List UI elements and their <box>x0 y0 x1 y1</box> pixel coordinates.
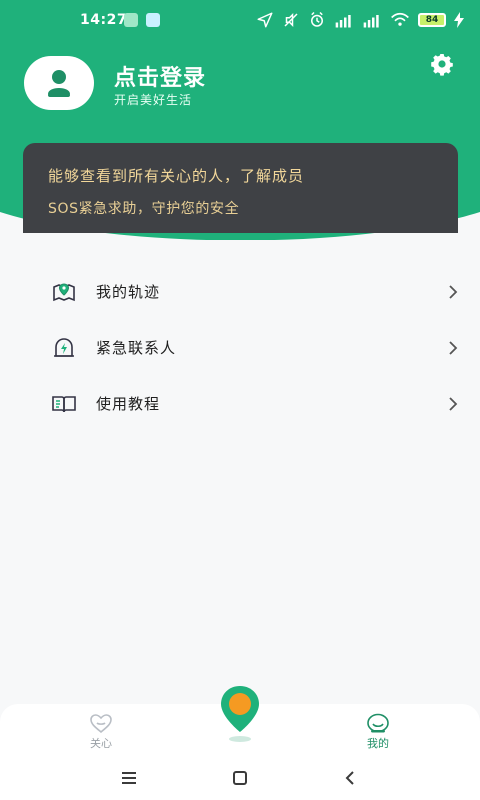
user-avatar-icon <box>48 70 70 97</box>
emergency-bolt-icon <box>54 338 74 357</box>
status-notification-icon <box>124 13 138 27</box>
status-time: 14:27 <box>80 12 128 28</box>
status-bar: 14:27 84 <box>0 0 480 40</box>
promo-banner[interactable] <box>23 143 458 233</box>
banner-title: 能够查看到所有关心的人，了解成员 <box>48 167 305 185</box>
menu-item-emergency-contacts[interactable]: 紧急联系人 <box>0 320 480 376</box>
gear-icon <box>431 54 453 76</box>
tab-care-label: 关心 <box>90 737 112 750</box>
tab-mine-label: 我的 <box>367 737 389 750</box>
book-icon <box>52 396 76 413</box>
settings-button[interactable] <box>430 52 454 76</box>
menu-item-label: 紧急联系人 <box>96 339 177 357</box>
signal-icon <box>335 15 351 28</box>
charging-bolt-icon <box>454 12 464 28</box>
login-title[interactable]: 点击登录 <box>114 60 206 92</box>
wifi-icon <box>391 12 409 26</box>
tab-care[interactable]: 关心 <box>41 704 161 756</box>
tab-mine[interactable]: 我的 <box>318 704 438 756</box>
menu-item-tutorial[interactable]: 使用教程 <box>0 376 480 432</box>
home-icon[interactable] <box>225 766 255 790</box>
battery-indicator: 84 <box>418 13 446 27</box>
location-pin-icon[interactable] <box>217 684 263 744</box>
system-nav-bar <box>0 756 480 800</box>
status-icons: 84 <box>256 10 464 30</box>
battery-level: 84 <box>425 15 439 25</box>
map-pin-icon <box>53 283 75 302</box>
back-icon[interactable] <box>336 766 366 790</box>
menu-icon[interactable] <box>114 766 144 790</box>
location-arrow-icon <box>257 12 273 28</box>
menu-item-label: 我的轨迹 <box>96 283 161 301</box>
user-avatar-button[interactable] <box>24 56 94 110</box>
signal-icon <box>363 15 379 28</box>
menu-item-label: 使用教程 <box>96 395 161 413</box>
alarm-icon <box>311 11 323 27</box>
chevron-right-icon <box>449 285 458 299</box>
mute-icon <box>284 12 298 28</box>
status-notification-icon <box>146 13 160 27</box>
banner-subtitle: SOS紧急求助，守护您的安全 <box>48 201 240 217</box>
chevron-right-icon <box>449 397 458 411</box>
chevron-right-icon <box>449 341 458 355</box>
menu-item-my-track[interactable]: 我的轨迹 <box>0 264 480 320</box>
heart-icon <box>90 714 112 734</box>
login-subtitle: 开启美好生活 <box>114 93 193 107</box>
profile-smile-icon <box>367 713 389 733</box>
